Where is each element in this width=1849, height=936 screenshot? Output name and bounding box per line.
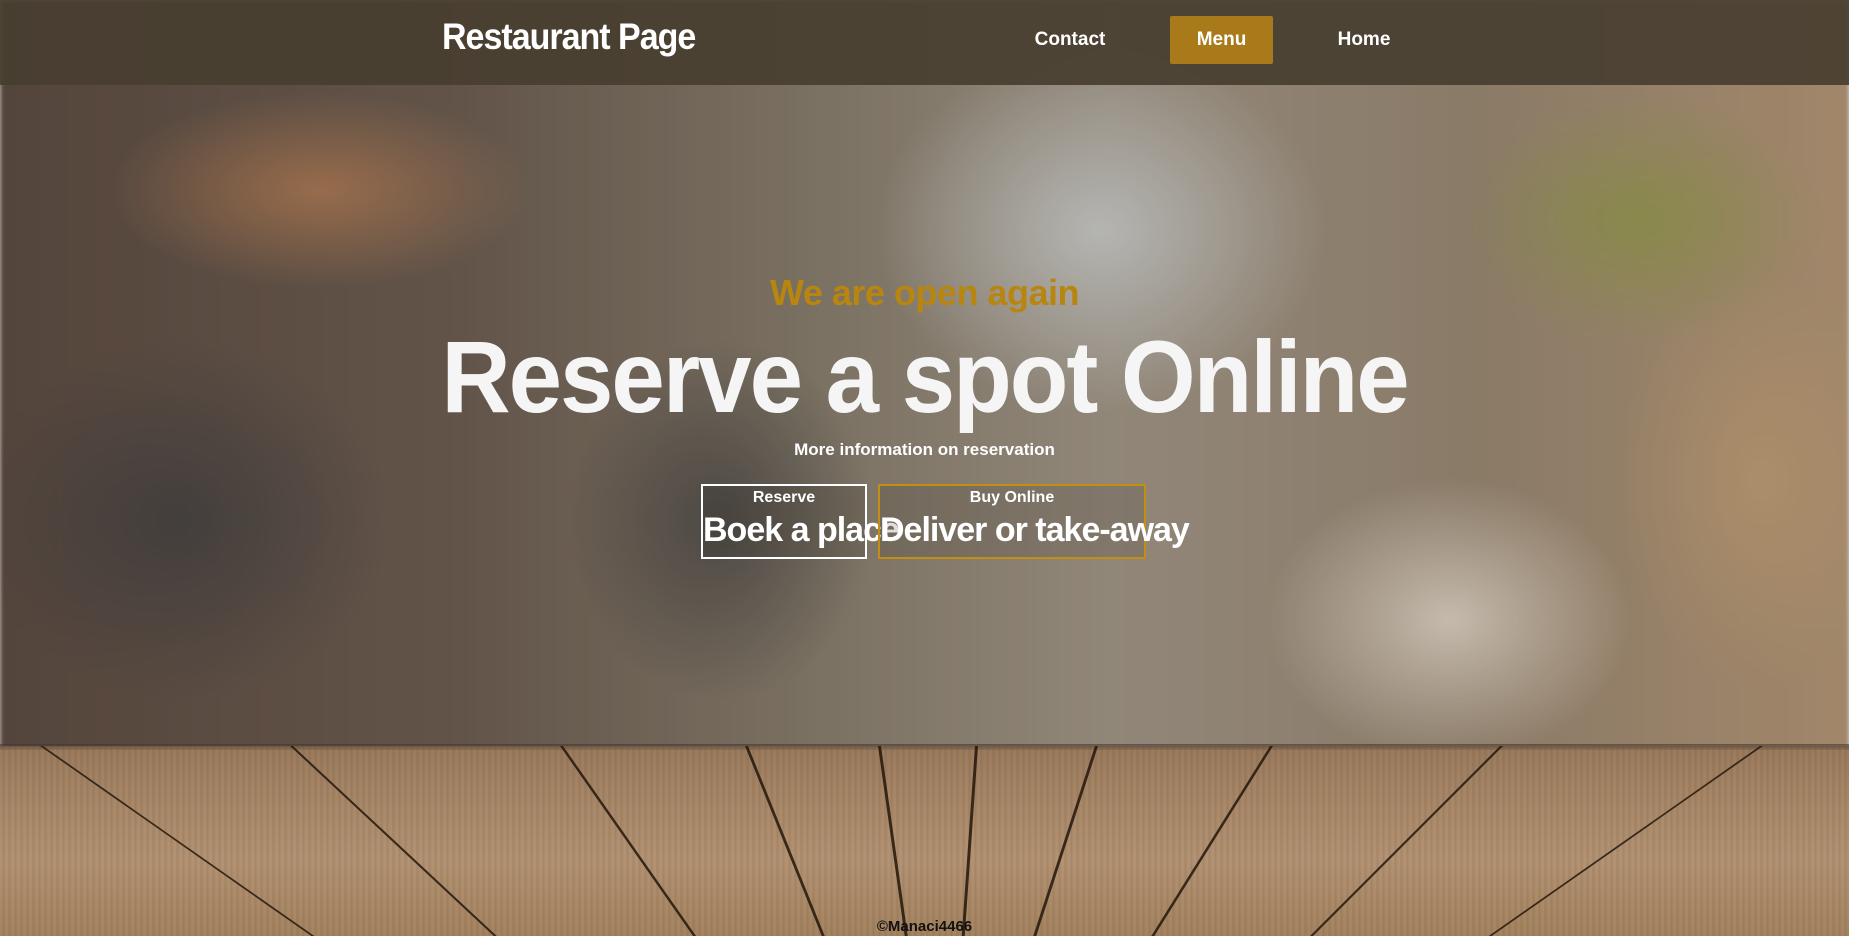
hero-eyebrow: We are open again (770, 272, 1079, 313)
buy-online-button-label: Buy Online (969, 489, 1055, 506)
nav-menu[interactable]: Menu (1170, 16, 1273, 64)
reserve-button[interactable]: Reserve Boek a place (701, 484, 900, 559)
table-edge (0, 744, 1849, 750)
brand-title[interactable]: Restaurant Page (442, 16, 696, 58)
footer-credit: ©Manaci4466 (876, 918, 973, 935)
reserve-button-caption: Boek a place (703, 511, 900, 549)
buy-online-button[interactable]: Buy Online Deliver or take-away (878, 484, 1190, 559)
restaurant-page: Restaurant Page Contact Menu Home We are… (0, 0, 1849, 936)
buy-online-button-caption: Deliver or take-away (880, 511, 1190, 549)
hero-title: Reserve a spot Online (441, 320, 1409, 435)
reservation-info-link[interactable]: More information on reservation (0, 440, 1849, 460)
reserve-button-label: Reserve (752, 489, 816, 506)
site-header: Restaurant Page Contact Menu Home (0, 0, 1849, 85)
nav-contact[interactable]: Contact (1020, 16, 1120, 64)
nav-home[interactable]: Home (1314, 16, 1414, 64)
wooden-table-image (0, 746, 1849, 936)
